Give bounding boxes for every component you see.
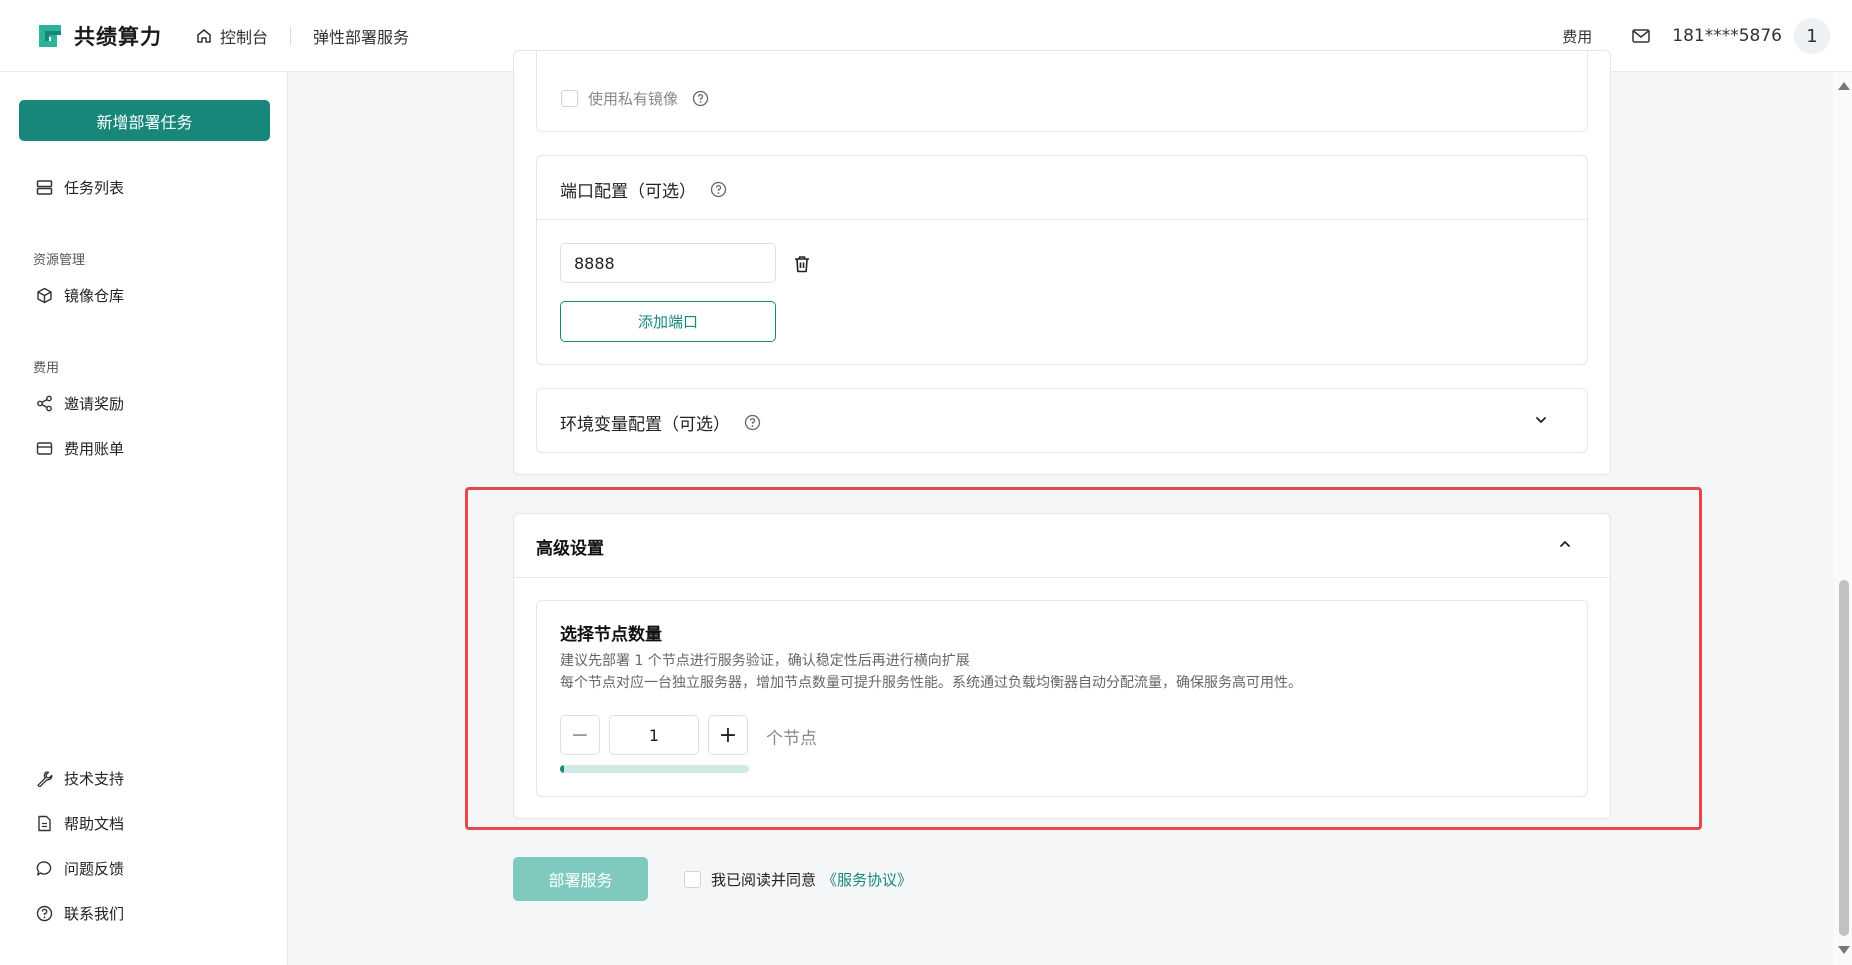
chevron-down-icon[interactable] <box>1534 413 1548 431</box>
wrench-icon <box>37 771 53 787</box>
logo[interactable]: 共绩算力 <box>36 21 162 51</box>
private-image-label: 使用私有镜像 <box>588 90 679 108</box>
sidebar-item-label: 镜像仓库 <box>64 287 125 305</box>
logo-text: 共绩算力 <box>74 24 162 49</box>
help-icon[interactable] <box>692 90 709 107</box>
avatar[interactable]: 1 <box>1794 18 1830 54</box>
group-fee-label: 费用 <box>33 361 60 376</box>
sidebar: 新增部署任务 任务列表 资源管理 镜像仓库 费用 邀请奖励 费用账单 技术支持 … <box>0 72 288 965</box>
list-icon <box>36 180 53 195</box>
env-config-title-text: 环境变量配置（可选） <box>560 415 730 435</box>
nav-current-page[interactable]: 弹性部署服务 <box>313 24 409 48</box>
nav-console-label: 控制台 <box>220 27 269 47</box>
home-icon <box>197 28 211 43</box>
sidebar-item-task-list[interactable]: 任务列表 <box>36 177 124 198</box>
sidebar-item-invite[interactable]: 邀请奖励 <box>36 393 124 414</box>
scroll-down-arrow[interactable] <box>1838 946 1850 954</box>
sidebar-item-image-repo[interactable]: 镜像仓库 <box>36 285 124 306</box>
sidebar-item-label: 技术支持 <box>64 770 125 788</box>
group-resource-label: 资源管理 <box>33 253 86 268</box>
sidebar-item-label: 费用账单 <box>64 440 125 458</box>
env-config-title: 环境变量配置（可选） <box>560 410 761 435</box>
private-image-option[interactable]: 使用私有镜像 <box>561 88 709 109</box>
new-task-button[interactable]: 新增部署任务 <box>19 100 270 141</box>
port-input-value: 8888 <box>574 253 615 273</box>
document-icon <box>38 815 51 832</box>
help-circle-icon <box>36 905 53 922</box>
scrollbar-thumb[interactable] <box>1839 580 1849 936</box>
card-icon <box>36 442 53 455</box>
agreement-checkbox[interactable] <box>684 871 701 888</box>
sidebar-item-docs[interactable]: 帮助文档 <box>36 813 124 834</box>
port-config-title-text: 端口配置（可选） <box>560 182 696 202</box>
help-icon[interactable] <box>710 181 727 198</box>
logo-icon <box>39 24 61 47</box>
sidebar-item-label: 任务列表 <box>64 179 125 197</box>
chat-bubble-icon <box>36 861 52 876</box>
help-icon[interactable] <box>744 414 761 431</box>
sidebar-item-label: 帮助文档 <box>64 815 125 833</box>
sidebar-item-label: 邀请奖励 <box>64 395 125 413</box>
private-image-checkbox[interactable] <box>561 90 578 107</box>
mail-icon[interactable] <box>1632 29 1651 43</box>
agreement-link[interactable]: 《服务协议》 <box>822 869 912 890</box>
agreement-text: 我已阅读并同意 <box>711 871 817 889</box>
deploy-button[interactable]: 部署服务 <box>513 857 648 901</box>
user-phone[interactable]: 181****5876 <box>1672 26 1782 46</box>
sidebar-item-support[interactable]: 技术支持 <box>36 768 124 789</box>
nav-console[interactable]: 控制台 <box>196 24 268 48</box>
fee-link[interactable]: 费用 <box>1562 26 1592 47</box>
port-input[interactable]: 8888 <box>560 243 776 283</box>
port-config-title: 端口配置（可选） <box>560 177 727 202</box>
nav-divider <box>290 25 292 46</box>
add-port-button[interactable]: 添加端口 <box>560 301 776 342</box>
divider <box>537 219 1587 220</box>
share-icon <box>37 395 52 412</box>
scroll-up-arrow[interactable] <box>1838 82 1850 90</box>
cube-icon <box>37 287 52 304</box>
sidebar-item-label: 联系我们 <box>64 905 125 923</box>
sidebar-item-contact[interactable]: 联系我们 <box>36 903 124 924</box>
trash-icon[interactable] <box>794 255 810 277</box>
sidebar-item-feedback[interactable]: 问题反馈 <box>36 858 124 879</box>
sidebar-item-label: 问题反馈 <box>64 860 125 878</box>
image-config-box: 使用私有镜像 <box>536 50 1588 132</box>
sidebar-item-bill[interactable]: 费用账单 <box>36 438 124 459</box>
agreement-option[interactable]: 我已阅读并同意 《服务协议》 <box>684 869 912 890</box>
highlight-box <box>465 487 1702 830</box>
